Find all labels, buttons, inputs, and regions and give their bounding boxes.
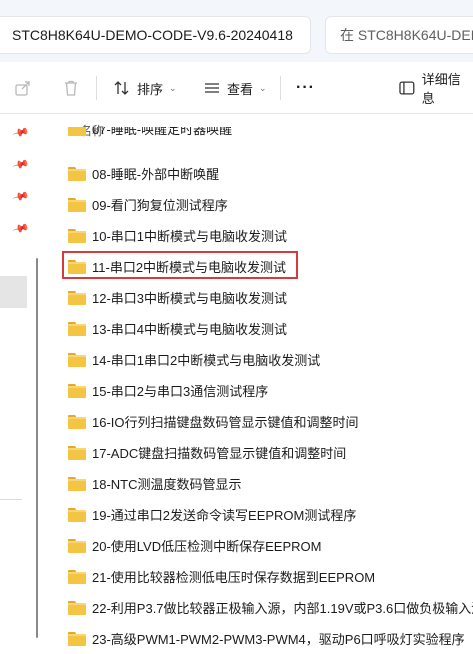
delete-button[interactable] [62,62,80,114]
folder-row[interactable]: 10-串口1中断模式与电脑收发测试 [60,220,473,251]
folder-name: 07-睡眠-唤醒定时器唤醒 [92,122,233,137]
folder-name: 20-使用LVD低压检测中断保存EEPROM [92,539,322,554]
details-pane-icon [399,81,415,95]
folder-row[interactable]: 09-看门狗复位测试程序 [60,189,473,220]
breadcrumb-path[interactable]: STC8H8K64U-DEMO-CODE-V9.6-20240418 [0,16,311,54]
folder-icon [68,352,86,367]
folder-icon [68,569,86,584]
folder-name: 14-串口1串口2中断模式与电脑收发测试 [92,353,321,368]
folder-name: 23-高级PWM1-PWM2-PWM3-PWM4，驱动P6口呼吸灯实验程序 [92,632,465,647]
pin-icon: 📌 [11,220,30,238]
folder-row[interactable]: 13-串口4中断模式与电脑收发测试 [60,313,473,344]
folder-icon [68,321,86,336]
toolbar-divider [96,76,97,100]
more-icon: ··· [296,79,315,96]
folder-row[interactable]: 19-通过串口2发送命令读写EEPROM测试程序 [60,499,473,530]
highlight-box [62,251,298,279]
folder-row[interactable]: 07-睡眠-唤醒定时器唤醒 [60,122,473,144]
share-icon [15,81,30,96]
folder-icon [68,414,86,429]
chevron-down-icon: ⌄ [169,82,177,93]
folder-row[interactable]: 23-高级PWM1-PWM2-PWM3-PWM4，驱动P6口呼吸灯实验程序 [60,623,473,654]
folder-icon [68,476,86,491]
folder-row[interactable]: 21-使用比较器检测低电压时保存数据到EEPROM [60,561,473,592]
nav-item-selected[interactable] [0,276,27,308]
share-button[interactable] [14,62,32,114]
folder-row[interactable]: 15-串口2与串口3通信测试程序 [60,375,473,406]
nav-scrollbar[interactable] [36,258,38,638]
folder-name: 12-串口3中断模式与电脑收发测试 [92,291,288,306]
folder-row[interactable]: 20-使用LVD低压检测中断保存EEPROM [60,530,473,561]
folder-row[interactable]: 17-ADC键盘扫描数码管显示键值和调整时间 [60,437,473,468]
more-options-button[interactable]: ··· [296,62,315,114]
folder-icon [68,600,86,615]
folder-name: 19-通过串口2发送命令读写EEPROM测试程序 [92,508,357,523]
pin-icon: 📌 [11,124,30,142]
folder-icon [68,197,86,212]
chevron-down-icon: ⌄ [259,82,267,93]
navigation-pane: 📌 📌 📌 📌 [0,114,34,638]
details-pane-button[interactable]: 详细信息 [398,62,473,114]
nav-divider [0,499,22,500]
toolbar-divider [280,76,281,100]
folder-name: 22-利用P3.7做比较器正极输入源，内部1.19V或P3.6口做负极输入源 [92,601,473,616]
view-label: 查看 [227,81,254,97]
folder-icon [68,228,86,243]
sort-icon [114,81,129,95]
folder-row[interactable]: 18-NTC测温度数码管显示 [60,468,473,499]
folder-row[interactable]: 22-利用P3.7做比较器正极输入源，内部1.19V或P3.6口做负极输入源 [60,592,473,623]
trash-icon [65,80,77,96]
search-input[interactable]: 在 STC8H8K64U-DEMO-CODE-V9.6-20240418 中搜索 [325,16,473,54]
folder-name: 13-串口4中断模式与电脑收发测试 [92,322,288,337]
folder-row[interactable]: 08-睡眠-外部中断唤醒 [60,158,473,189]
details-label: 详细信息 [421,72,461,106]
folder-name: 10-串口1中断模式与电脑收发测试 [92,229,288,244]
folder-icon [68,290,86,305]
folder-name: 08-睡眠-外部中断唤醒 [92,167,220,182]
folder-name: 17-ADC键盘扫描数码管显示键值和调整时间 [92,446,347,461]
folder-icon [68,631,86,646]
folder-row[interactable]: 12-串口3中断模式与电脑收发测试 [60,282,473,313]
folder-row[interactable]: 16-IO行列扫描键盘数码管显示键值和调整时间 [60,406,473,437]
folder-icon [68,538,86,553]
folder-name: 09-看门狗复位测试程序 [92,198,228,213]
folder-name: 18-NTC测温度数码管显示 [92,477,242,492]
folder-icon [68,445,86,460]
sort-button[interactable]: 排序 ⌄ [113,62,177,114]
view-icon [205,83,219,93]
folder-row[interactable]: 14-串口1串口2中断模式与电脑收发测试 [60,344,473,375]
view-button[interactable]: 查看 ⌄ [203,62,267,114]
folder-name: 15-串口2与串口3通信测试程序 [92,384,269,399]
folder-name: 16-IO行列扫描键盘数码管显示键值和调整时间 [92,415,359,430]
command-bar: 排序 ⌄ 查看 ⌄ ··· 详细信息 [0,62,473,114]
sort-label: 排序 [137,81,164,97]
pin-icon: 📌 [11,156,30,174]
folder-icon [68,166,86,181]
folder-icon [68,507,86,522]
address-bar: STC8H8K64U-DEMO-CODE-V9.6-20240418 在 STC… [0,0,473,62]
pin-icon: 📌 [11,188,30,206]
folder-name: 21-使用比较器检测低电压时保存数据到EEPROM [92,570,376,585]
folder-icon [68,383,86,398]
